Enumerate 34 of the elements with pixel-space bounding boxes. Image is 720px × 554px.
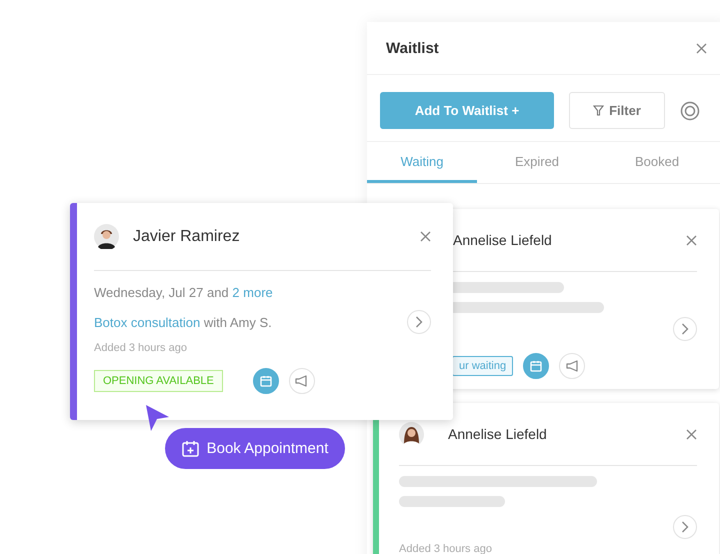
date-text: Wednesday, Jul 27 and 2 more (94, 285, 274, 300)
client-name: Annelise Liefeld (447, 426, 548, 442)
tab[interactable]: Waiting (367, 142, 477, 183)
close-icon[interactable] (686, 428, 697, 440)
service-link[interactable]: Botox consultation (94, 314, 200, 330)
book-appointment-button[interactable]: Book Appointment (165, 428, 345, 469)
megaphone-icon[interactable] (559, 353, 586, 379)
filter-button[interactable]: Filter (569, 92, 665, 129)
client-name: Annelise Liefeld (452, 232, 553, 248)
close-icon[interactable] (696, 42, 707, 54)
client-name: Javier Ramirez (132, 228, 241, 246)
calendar-icon (182, 440, 199, 457)
calendar-icon[interactable] (252, 368, 279, 394)
filter-icon (593, 105, 604, 116)
tab[interactable]: Booked (597, 142, 717, 183)
panel-title: Waitlist (386, 40, 439, 56)
added-time: Added 3 hours ago (94, 342, 187, 354)
avatar (399, 422, 424, 446)
help-icon[interactable] (680, 100, 700, 120)
close-icon[interactable] (420, 231, 431, 242)
more-link[interactable]: 2 more (232, 285, 273, 300)
tab[interactable]: Expired (477, 142, 597, 183)
chevron-icon[interactable] (673, 515, 697, 539)
megaphone-icon[interactable] (288, 368, 315, 394)
calendar-icon[interactable] (523, 353, 550, 379)
close-icon[interactable] (686, 234, 697, 246)
service-text: Botox consultation with Amy S. (94, 314, 272, 330)
added-time: Added 3 hours ago (399, 543, 492, 554)
avatar (94, 224, 119, 249)
chevron-icon[interactable] (407, 310, 431, 334)
status-tag: OPENING AVAILABLE (94, 370, 223, 392)
add-to-waitlist-button[interactable]: Add To Waitlist + (380, 92, 554, 129)
status-tag: ur waiting (452, 356, 514, 376)
chevron-icon[interactable] (673, 317, 697, 341)
